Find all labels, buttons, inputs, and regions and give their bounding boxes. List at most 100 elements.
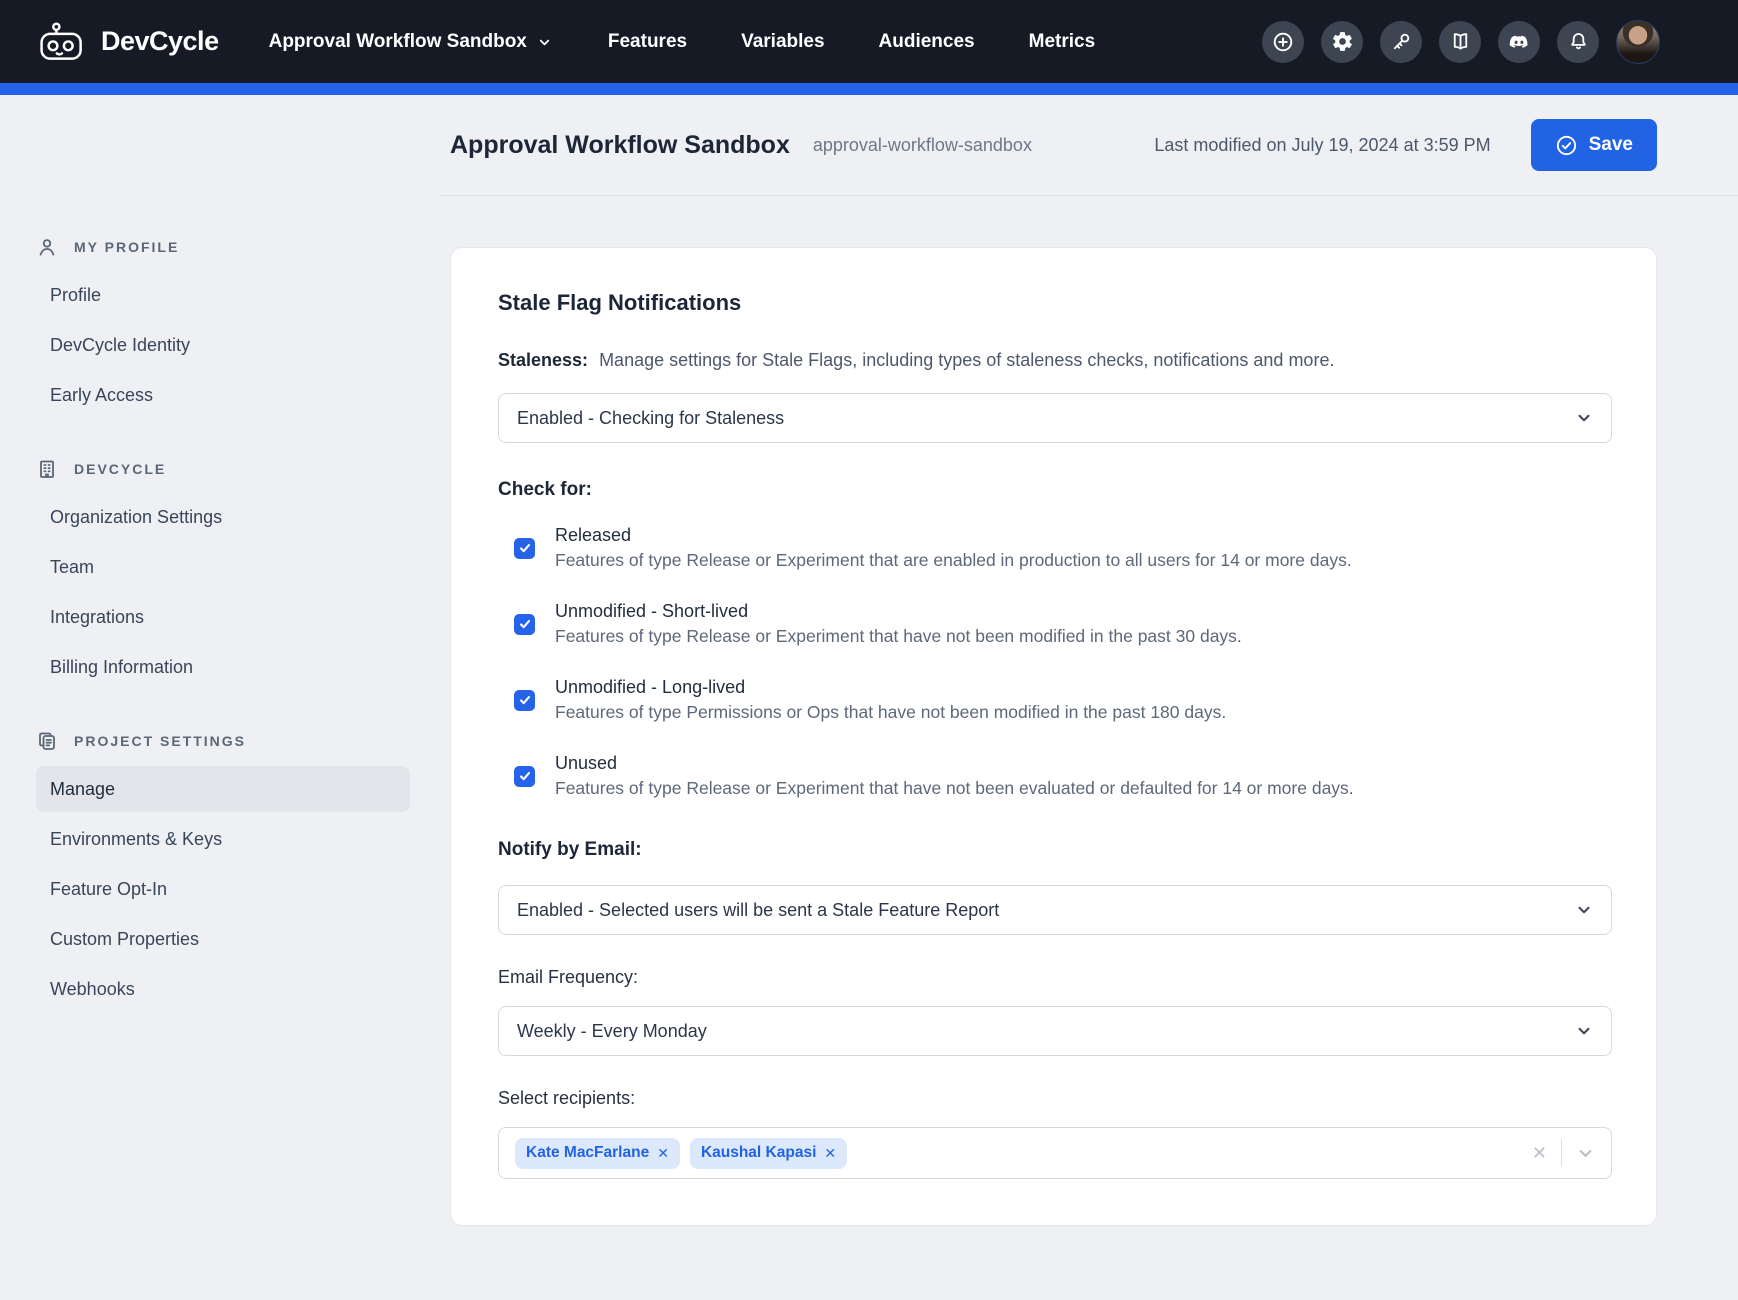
remove-recipient-icon[interactable]: ✕	[657, 1145, 669, 1162]
sidebar-section-label: MY PROFILE	[74, 239, 179, 255]
divider	[1561, 1139, 1562, 1167]
chevron-down-icon	[537, 35, 552, 50]
page-slug: approval-workflow-sandbox	[813, 135, 1032, 156]
notify-select-value: Enabled - Selected users will be sent a …	[517, 900, 999, 921]
settings-button[interactable]	[1321, 21, 1363, 63]
select-recipients-label: Select recipients:	[498, 1088, 1612, 1109]
notify-by-email-select[interactable]: Enabled - Selected users will be sent a …	[498, 885, 1612, 935]
chevron-down-icon[interactable]	[1576, 1144, 1595, 1163]
staleness-label: Staleness:	[498, 350, 588, 370]
recipient-chip: Kate MacFarlane ✕	[515, 1138, 680, 1169]
unused-checkbox[interactable]	[514, 766, 535, 787]
save-button[interactable]: Save	[1531, 119, 1657, 171]
create-button[interactable]	[1262, 21, 1304, 63]
staleness-select-value: Enabled - Checking for Staleness	[517, 408, 784, 429]
sidebar-section-label: DEVCYCLE	[74, 461, 166, 477]
staleness-description-row: Staleness: Manage settings for Stale Fla…	[498, 350, 1612, 371]
sidebar-section-header: MY PROFILE	[36, 232, 410, 262]
sidebar-item-organization-settings[interactable]: Organization Settings	[36, 494, 410, 540]
checkmark-icon	[518, 541, 532, 555]
user-avatar[interactable]	[1616, 20, 1660, 64]
brand-name: DevCycle	[101, 26, 219, 57]
sidebar-item-manage[interactable]: Manage	[36, 766, 410, 812]
staleness-select[interactable]: Enabled - Checking for Staleness	[498, 393, 1612, 443]
docs-button[interactable]	[1439, 21, 1481, 63]
recipient-chip: Kaushal Kapasi ✕	[690, 1138, 847, 1169]
card-title: Stale Flag Notifications	[498, 290, 1612, 316]
recipients-multiselect[interactable]: Kate MacFarlane ✕ Kaushal Kapasi ✕ ✕	[498, 1127, 1612, 1179]
released-checkbox[interactable]	[514, 538, 535, 559]
discord-icon	[1507, 30, 1531, 54]
unmodified-long-checkbox[interactable]	[514, 690, 535, 711]
recipient-name: Kaushal Kapasi	[701, 1144, 816, 1162]
nav-link-audiences[interactable]: Audiences	[879, 31, 975, 53]
sidebar-item-integrations[interactable]: Integrations	[36, 594, 410, 640]
frequency-select-value: Weekly - Every Monday	[517, 1021, 707, 1042]
chevron-down-icon	[1575, 409, 1593, 427]
email-frequency-select[interactable]: Weekly - Every Monday	[498, 1006, 1612, 1056]
sidebar-item-feature-opt-in[interactable]: Feature Opt-In	[36, 866, 410, 912]
last-modified-text: Last modified on July 19, 2024 at 3:59 P…	[1154, 135, 1490, 156]
check-label: Unmodified - Long-lived	[555, 677, 1226, 698]
check-label: Unused	[555, 753, 1354, 774]
nav-link-metrics[interactable]: Metrics	[1029, 31, 1096, 53]
sidebar-section-header: DEVCYCLE	[36, 454, 410, 484]
sidebar-section-my-profile: MY PROFILE Profile DevCycle Identity Ear…	[36, 232, 410, 418]
chevron-down-icon	[1575, 1022, 1593, 1040]
notifications-button[interactable]	[1557, 21, 1599, 63]
staleness-description: Manage settings for Stale Flags, includi…	[599, 350, 1334, 370]
top-navbar: DevCycle Approval Workflow Sandbox Featu…	[0, 0, 1738, 83]
save-button-label: Save	[1589, 134, 1633, 156]
sidebar-item-billing-information[interactable]: Billing Information	[36, 644, 410, 690]
primary-nav: Features Variables Audiences Metrics	[608, 31, 1095, 53]
devcycle-logo[interactable]: DevCycle	[38, 22, 219, 62]
gear-icon	[1331, 30, 1354, 53]
checkmark-icon	[518, 617, 532, 631]
check-row-unmodified-short: Unmodified - Short-lived Features of typ…	[498, 601, 1612, 647]
nav-link-features[interactable]: Features	[608, 31, 687, 53]
checkmark-icon	[518, 769, 532, 783]
project-selector-label: Approval Workflow Sandbox	[269, 31, 527, 53]
chevron-down-icon	[1575, 901, 1593, 919]
book-icon	[1449, 30, 1472, 53]
unmodified-short-checkbox[interactable]	[514, 614, 535, 635]
devcycle-robot-icon	[38, 22, 88, 62]
clear-recipients-icon[interactable]: ✕	[1532, 1144, 1547, 1162]
check-label: Released	[555, 525, 1352, 546]
sidebar-item-team[interactable]: Team	[36, 544, 410, 590]
nav-link-variables[interactable]: Variables	[741, 31, 824, 53]
sidebar-item-profile[interactable]: Profile	[36, 272, 410, 318]
clipboard-icon	[36, 730, 58, 752]
sidebar-item-devcycle-identity[interactable]: DevCycle Identity	[36, 322, 410, 368]
stale-flag-notifications-card: Stale Flag Notifications Staleness: Mana…	[450, 247, 1657, 1226]
page-title: Approval Workflow Sandbox	[450, 131, 790, 160]
building-icon	[36, 458, 58, 480]
sidebar-section-header: PROJECT SETTINGS	[36, 726, 410, 756]
sidebar-item-custom-properties[interactable]: Custom Properties	[36, 916, 410, 962]
checkmark-icon	[518, 693, 532, 707]
page-header: Approval Workflow Sandbox approval-workf…	[440, 95, 1738, 196]
project-selector[interactable]: Approval Workflow Sandbox	[269, 31, 552, 53]
check-description: Features of type Release or Experiment t…	[555, 778, 1354, 799]
sidebar-item-webhooks[interactable]: Webhooks	[36, 966, 410, 1012]
sidebar-section-project-settings: PROJECT SETTINGS Manage Environments & K…	[36, 726, 410, 1012]
sidebar-section-devcycle: DEVCYCLE Organization Settings Team Inte…	[36, 454, 410, 690]
check-row-released: Released Features of type Release or Exp…	[498, 525, 1612, 571]
check-row-unused: Unused Features of type Release or Exper…	[498, 753, 1612, 799]
key-icon	[1390, 30, 1413, 53]
sidebar-item-environments-keys[interactable]: Environments & Keys	[36, 816, 410, 862]
email-frequency-label: Email Frequency:	[498, 967, 1612, 988]
notify-by-email-label: Notify by Email:	[498, 839, 1612, 861]
plus-circle-icon	[1271, 30, 1295, 54]
accent-bar	[0, 83, 1738, 95]
check-row-unmodified-long: Unmodified - Long-lived Features of type…	[498, 677, 1612, 723]
check-label: Unmodified - Short-lived	[555, 601, 1242, 622]
remove-recipient-icon[interactable]: ✕	[824, 1145, 836, 1162]
check-description: Features of type Permissions or Ops that…	[555, 702, 1226, 723]
check-for-label: Check for:	[498, 479, 1612, 501]
sidebar-item-early-access[interactable]: Early Access	[36, 372, 410, 418]
navbar-actions	[1262, 20, 1660, 64]
discord-button[interactable]	[1498, 21, 1540, 63]
api-keys-button[interactable]	[1380, 21, 1422, 63]
person-icon	[36, 236, 58, 258]
